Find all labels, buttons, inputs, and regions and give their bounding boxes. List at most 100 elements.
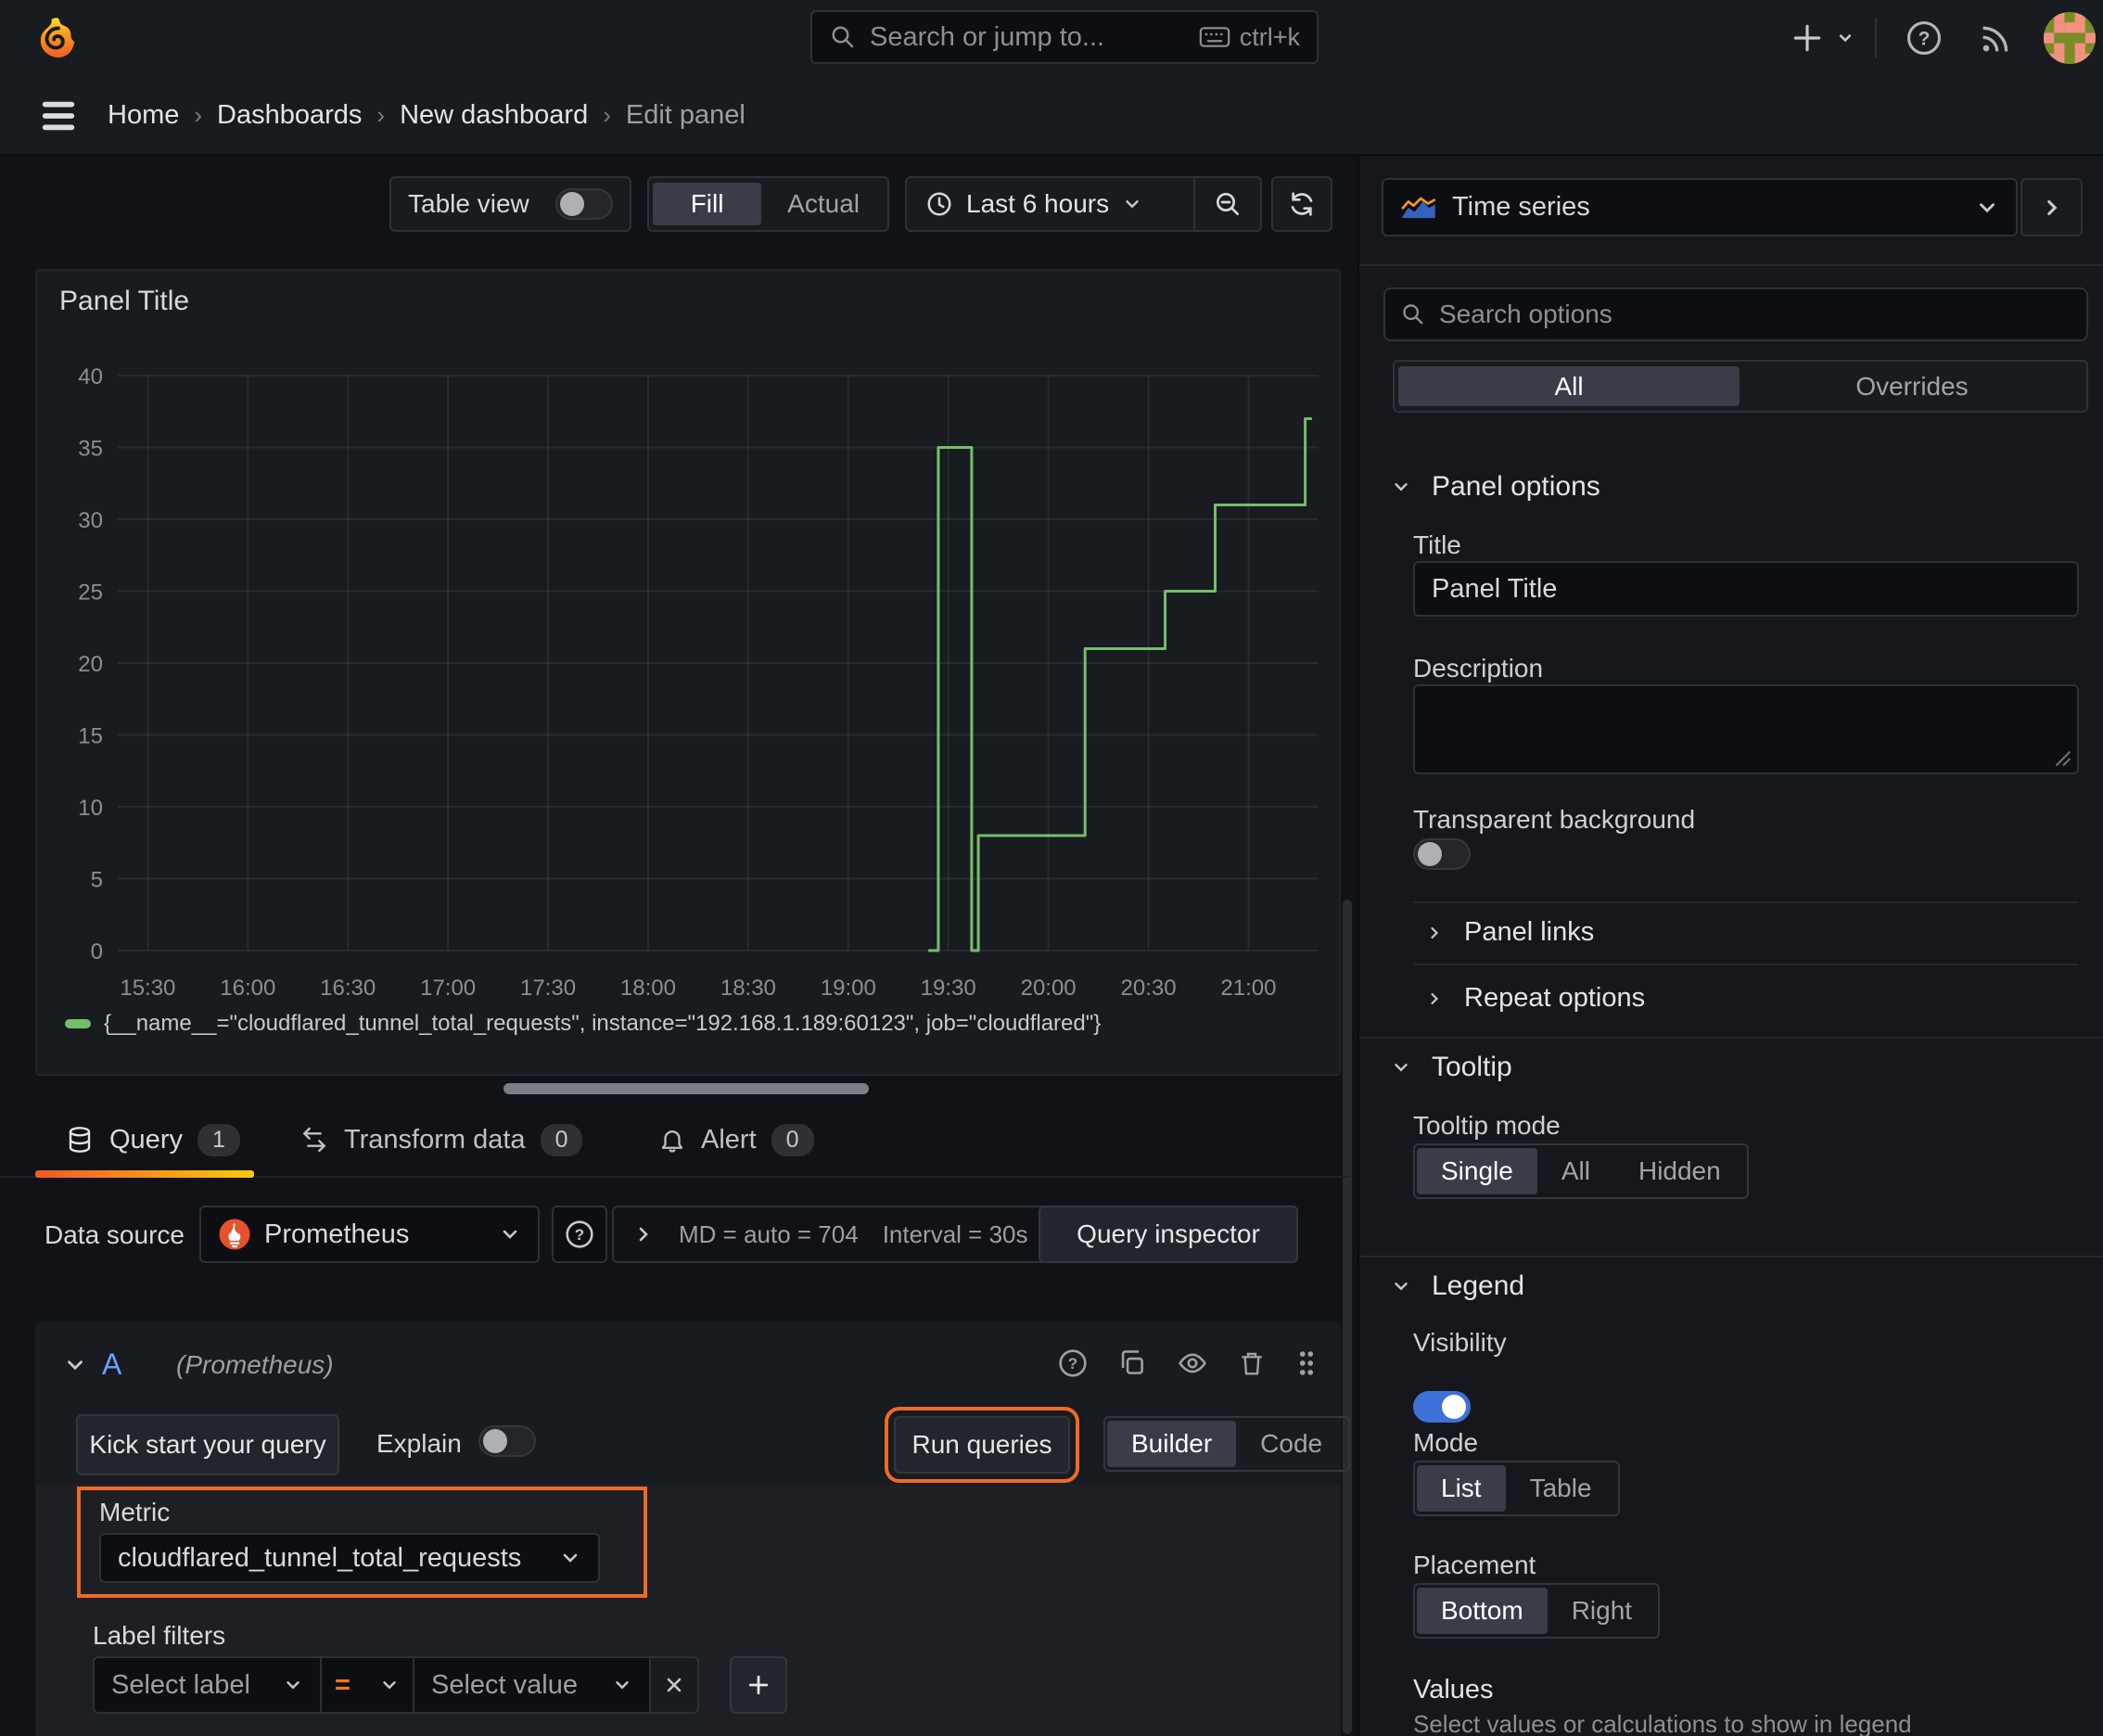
svg-text:18:00: 18:00 <box>620 976 676 1001</box>
operator-dropdown[interactable]: = <box>322 1656 414 1714</box>
datasource-label: Data source <box>45 1220 185 1249</box>
zoom-out-icon <box>1213 189 1243 219</box>
tab-query[interactable]: Query 1 <box>65 1104 240 1176</box>
visibility-label: Visibility <box>1413 1328 1507 1357</box>
search-options-input[interactable]: Search options <box>1383 287 2088 341</box>
chevron-down-icon <box>379 1675 400 1695</box>
tab-all[interactable]: All <box>1398 366 1740 406</box>
query-ref-id[interactable]: A <box>102 1347 121 1382</box>
section-repeat-options[interactable]: Repeat options <box>1425 964 2079 1033</box>
tooltip-mode-single[interactable]: Single <box>1417 1148 1537 1194</box>
builder-option[interactable]: Builder <box>1107 1421 1237 1467</box>
builder-code-switch: Builder Code <box>1103 1416 1351 1472</box>
remove-filter-button[interactable] <box>651 1656 699 1714</box>
query-inspector-button[interactable]: Query inspector <box>1039 1206 1298 1263</box>
chevron-down-icon <box>1391 1057 1411 1078</box>
section-panel-links[interactable]: Panel links <box>1425 901 2079 964</box>
refresh-button[interactable] <box>1271 176 1332 232</box>
code-option[interactable]: Code <box>1236 1421 1346 1467</box>
time-range-picker[interactable]: Last 6 hours <box>907 189 1193 219</box>
breadcrumb-dashboards[interactable]: Dashboards <box>217 100 362 131</box>
legend-mode-table[interactable]: Table <box>1506 1465 1616 1512</box>
actual-option[interactable]: Actual <box>763 183 884 225</box>
grafana-logo-icon[interactable] <box>37 16 80 60</box>
tab-overrides[interactable]: Overrides <box>1741 366 2083 406</box>
panel-title-input[interactable] <box>1413 561 2079 617</box>
svg-text:15:30: 15:30 <box>120 976 175 1001</box>
chevron-down-icon <box>1975 196 1999 220</box>
transparent-background-label: Transparent background <box>1413 805 1696 834</box>
chevron-right-icon[interactable] <box>632 1223 655 1245</box>
panel-links-heading: Panel links <box>1464 917 1595 947</box>
tooltip-mode-all[interactable]: All <box>1537 1148 1614 1194</box>
select-value-dropdown[interactable]: Select value <box>414 1656 651 1714</box>
select-label-dropdown[interactable]: Select label <box>93 1656 322 1714</box>
global-search-input[interactable]: Search or jump to... ctrl+k <box>810 10 1319 64</box>
add-filter-button[interactable] <box>730 1656 787 1714</box>
chevron-down-icon <box>1391 477 1411 497</box>
add-new-button[interactable] <box>1790 20 1856 56</box>
chevron-right-icon <box>1425 989 1444 1008</box>
section-tooltip[interactable]: Tooltip <box>1391 1052 1512 1083</box>
help-icon[interactable]: ? <box>1905 19 1944 57</box>
legend-mode-list[interactable]: List <box>1417 1465 1506 1512</box>
description-textarea[interactable] <box>1413 684 2079 774</box>
svg-text:40: 40 <box>78 364 103 389</box>
legend-series-name[interactable]: {__name__="cloudflared_tunnel_total_requ… <box>104 1011 1101 1037</box>
svg-text:5: 5 <box>91 868 103 893</box>
metric-select[interactable]: cloudflared_tunnel_total_requests <box>99 1533 600 1583</box>
breadcrumb-separator: › <box>603 100 611 129</box>
svg-text:0: 0 <box>91 939 103 964</box>
panel-resize-handle[interactable] <box>503 1083 869 1094</box>
datasource-help-button[interactable]: ? <box>552 1206 607 1263</box>
svg-text:21:00: 21:00 <box>1220 976 1276 1001</box>
duplicate-icon[interactable] <box>1116 1347 1148 1379</box>
chevron-down-icon <box>1391 1276 1411 1296</box>
collapse-options-button[interactable] <box>2020 178 2083 236</box>
legend-placement-right[interactable]: Right <box>1548 1588 1656 1634</box>
transparent-background-toggle[interactable] <box>1413 838 1471 870</box>
sidebar-divider <box>1359 1256 2103 1257</box>
visualization-picker[interactable]: Time series <box>1382 178 2018 236</box>
tab-alert[interactable]: Alert 0 <box>658 1104 814 1176</box>
breadcrumb-home[interactable]: Home <box>108 100 179 131</box>
help-circle-icon[interactable]: ? <box>1057 1347 1089 1379</box>
eye-icon[interactable] <box>1176 1347 1209 1379</box>
svg-text:20:00: 20:00 <box>1021 976 1077 1001</box>
time-series-chart[interactable]: 0 5 10 15 20 25 30 35 40 15:30 16:00 16:30 17:00 17:3… <box>53 352 1327 1002</box>
avatar[interactable] <box>2044 12 2096 64</box>
editor-tabs: Query 1 Transform data 0 Alert 0 <box>0 1104 1350 1178</box>
main-scrollbar[interactable] <box>1343 900 1352 1734</box>
panel-title[interactable]: Panel Title <box>59 286 189 317</box>
legend-placement-bottom[interactable]: Bottom <box>1417 1588 1548 1634</box>
section-legend[interactable]: Legend <box>1391 1270 1524 1302</box>
drag-handle-icon[interactable] <box>1294 1347 1319 1379</box>
explain-toggle[interactable] <box>478 1425 536 1457</box>
tab-query-count: 1 <box>197 1123 240 1156</box>
tab-transform[interactable]: Transform data 0 <box>300 1104 583 1176</box>
time-series-viz-icon <box>1400 194 1437 222</box>
query-collapse-icon[interactable] <box>63 1353 87 1377</box>
zoom-out-button[interactable] <box>1195 189 1260 219</box>
svg-text:16:00: 16:00 <box>220 976 275 1001</box>
run-queries-button[interactable]: Run queries <box>885 1407 1079 1483</box>
legend-swatch <box>65 1019 91 1028</box>
breadcrumb-new-dashboard[interactable]: New dashboard <box>400 100 588 131</box>
breadcrumb-separator: › <box>194 100 203 129</box>
rss-news-icon[interactable] <box>1977 20 2014 57</box>
menu-icon[interactable] <box>37 96 80 135</box>
search-shortcut: ctrl+k <box>1199 23 1300 52</box>
datasource-picker[interactable]: Prometheus <box>199 1206 540 1263</box>
section-panel-options[interactable]: Panel options <box>1391 471 1600 503</box>
legend-visibility-toggle[interactable] <box>1413 1391 1471 1423</box>
trash-icon[interactable] <box>1237 1347 1267 1379</box>
svg-text:15: 15 <box>78 724 103 749</box>
fill-option[interactable]: Fill <box>653 183 762 225</box>
kick-start-query-button[interactable]: Kick start your query <box>76 1414 339 1475</box>
datasource-row: Data source Prometheus ? MD = auto = 704… <box>0 1206 1350 1275</box>
tooltip-mode-hidden[interactable]: Hidden <box>1614 1148 1745 1194</box>
label-filters-label: Label filters <box>93 1621 226 1650</box>
tab-transform-label: Transform data <box>344 1124 526 1155</box>
database-icon <box>65 1125 95 1155</box>
table-view-toggle[interactable] <box>555 188 613 220</box>
